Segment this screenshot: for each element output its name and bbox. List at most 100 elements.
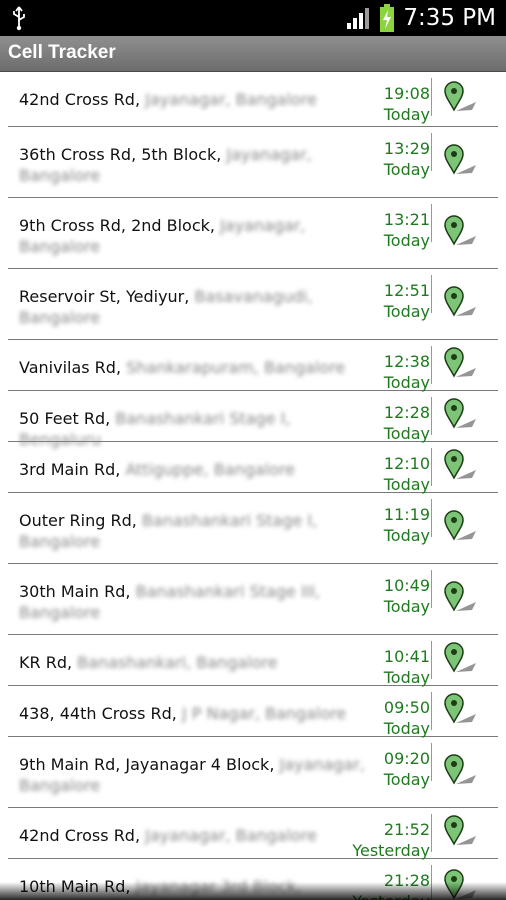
- list-item[interactable]: 50 Feet Rd, Banashankari Stage I, Bengal…: [8, 391, 498, 449]
- map-pin-icon[interactable]: [442, 143, 478, 181]
- address-text: 9th Main Rd, Jayanagar 4 Block, Jayanaga…: [19, 754, 369, 796]
- timestamp: 10:41 Today: [384, 646, 430, 688]
- address-text: 42nd Cross Rd, Jayanagar, Bangalore: [19, 825, 369, 846]
- timestamp: 10:49 Today: [384, 575, 430, 617]
- status-bar: 7:35 PM: [0, 0, 506, 36]
- timestamp: 21:52 Yesterday: [352, 819, 430, 861]
- time-label: 12:10: [383, 454, 430, 473]
- map-pin-icon[interactable]: [442, 753, 478, 791]
- divider: [431, 499, 432, 537]
- day-label: Today: [383, 526, 430, 545]
- street-label: 9th Cross Rd, 2nd Block,: [19, 216, 221, 235]
- app-title-bar: Cell Tracker: [0, 36, 506, 72]
- time-label: 10:41: [383, 647, 430, 666]
- day-label: Today: [383, 475, 430, 494]
- address-text: 42nd Cross Rd, Jayanagar, Bangalore: [19, 89, 369, 110]
- address-text: KR Rd, Banashankari, Bangalore: [19, 652, 369, 673]
- map-pin-icon[interactable]: [442, 692, 478, 730]
- address-text: Reservoir St, Yediyur, Basavanagudi, Ban…: [19, 286, 369, 328]
- map-pin-icon[interactable]: [442, 448, 478, 486]
- address-text: 36th Cross Rd, 5th Block, Jayanagar, Ban…: [19, 144, 369, 186]
- map-pin-icon[interactable]: [442, 80, 478, 118]
- street-label: 30th Main Rd,: [19, 582, 136, 601]
- street-label: Reservoir St, Yediyur,: [19, 287, 195, 306]
- address-text: Vanivilas Rd, Shankarapuram, Bangalore: [19, 357, 369, 378]
- map-pin-icon[interactable]: [442, 285, 478, 323]
- address-text: 30th Main Rd, Banashankari Stage III, Ba…: [19, 581, 369, 623]
- divider: [431, 346, 432, 384]
- divider: [431, 743, 432, 781]
- street-label: 3rd Main Rd,: [19, 460, 126, 479]
- divider: [431, 570, 432, 608]
- app-title: Cell Tracker: [8, 42, 116, 63]
- battery-charging-icon: [380, 4, 395, 32]
- list-item[interactable]: 9th Main Rd, Jayanagar 4 Block, Jayanaga…: [8, 737, 498, 808]
- day-label: Today: [383, 373, 430, 392]
- timestamp: 13:29 Today: [384, 138, 430, 180]
- map-pin-icon[interactable]: [442, 214, 478, 252]
- list-item[interactable]: Outer Ring Rd, Banashankari Stage I, Ban…: [8, 493, 498, 564]
- list-item[interactable]: 9th Cross Rd, 2nd Block, Jayanagar, Bang…: [8, 198, 498, 269]
- map-pin-icon[interactable]: [442, 397, 478, 435]
- list-item[interactable]: 30th Main Rd, Banashankari Stage III, Ba…: [8, 564, 498, 635]
- divider: [431, 275, 432, 313]
- day-label: Today: [383, 597, 430, 616]
- timestamp: 12:28 Today: [384, 402, 430, 444]
- time-label: 13:21: [383, 210, 430, 229]
- list-item[interactable]: KR Rd, Banashankari, Bangalore 10:41 Today: [8, 635, 498, 688]
- area-label-blurred: Banashankari, Bangalore: [77, 653, 278, 672]
- area-label-blurred: Jayanagar, Bangalore: [145, 90, 317, 109]
- list-item[interactable]: Vanivilas Rd, Shankarapuram, Bangalore 12…: [8, 340, 498, 393]
- day-label: Today: [383, 302, 430, 321]
- map-pin-icon[interactable]: [442, 814, 478, 852]
- day-label: Today: [383, 160, 430, 179]
- day-label: Yesterday: [352, 841, 430, 860]
- street-label: 438, 44th Cross Rd,: [19, 704, 182, 723]
- day-label: Today: [383, 231, 430, 250]
- street-label: KR Rd,: [19, 653, 78, 672]
- street-label: 42nd Cross Rd,: [19, 90, 146, 109]
- time-label: 09:50: [383, 698, 430, 717]
- day-label: Today: [383, 668, 430, 687]
- street-label: 36th Cross Rd, 5th Block,: [19, 145, 227, 164]
- divider: [431, 814, 432, 852]
- day-label: Today: [383, 770, 430, 789]
- divider: [431, 692, 432, 730]
- timestamp: 12:38 Today: [384, 351, 430, 393]
- timestamp: 09:20 Today: [384, 748, 430, 790]
- street-label: 42nd Cross Rd,: [19, 826, 146, 845]
- street-label: Outer Ring Rd,: [19, 511, 142, 530]
- time-label: 11:19: [383, 505, 430, 524]
- time-label: 12:51: [383, 281, 430, 300]
- map-pin-icon[interactable]: [442, 580, 478, 618]
- timestamp: 09:50 Today: [384, 697, 430, 739]
- time-label: 12:38: [383, 352, 430, 371]
- list-item[interactable]: Reservoir St, Yediyur, Basavanagudi, Ban…: [8, 269, 498, 340]
- signal-icon: [347, 8, 370, 29]
- time-label: 13:29: [383, 139, 430, 158]
- map-pin-icon[interactable]: [442, 346, 478, 384]
- area-label-blurred: Shankarapuram, Bangalore: [126, 358, 346, 377]
- divider: [431, 133, 432, 171]
- address-text: 438, 44th Cross Rd, J P Nagar, Bangalore: [19, 703, 369, 724]
- list-item[interactable]: 3rd Main Rd, Attiguppe, Bangalore 12:10 To…: [8, 442, 498, 495]
- time-label: 19:08: [383, 84, 430, 103]
- location-list[interactable]: 42nd Cross Rd, Jayanagar, Bangalore 19:08…: [0, 72, 506, 900]
- map-pin-icon[interactable]: [442, 509, 478, 547]
- list-item[interactable]: 438, 44th Cross Rd, J P Nagar, Bangalore…: [8, 686, 498, 739]
- list-item[interactable]: 36th Cross Rd, 5th Block, Jayanagar, Ban…: [8, 127, 498, 198]
- timestamp: 13:21 Today: [384, 209, 430, 251]
- map-pin-icon[interactable]: [442, 641, 478, 679]
- address-text: 9th Cross Rd, 2nd Block, Jayanagar, Bang…: [19, 215, 369, 257]
- timestamp: 12:10 Today: [384, 453, 430, 495]
- list-item[interactable]: 42nd Cross Rd, Jayanagar, Bangalore 19:08…: [8, 72, 498, 127]
- time-label: 21:52: [383, 820, 430, 839]
- divider: [431, 641, 432, 679]
- time-label: 10:49: [383, 576, 430, 595]
- timestamp: 19:08 Today: [384, 83, 430, 125]
- list-item[interactable]: 42nd Cross Rd, Jayanagar, Bangalore 21:52…: [8, 808, 498, 861]
- usb-icon: [13, 6, 25, 31]
- divider: [431, 397, 432, 435]
- street-label: Vanivilas Rd,: [19, 358, 127, 377]
- day-label: Today: [383, 105, 430, 124]
